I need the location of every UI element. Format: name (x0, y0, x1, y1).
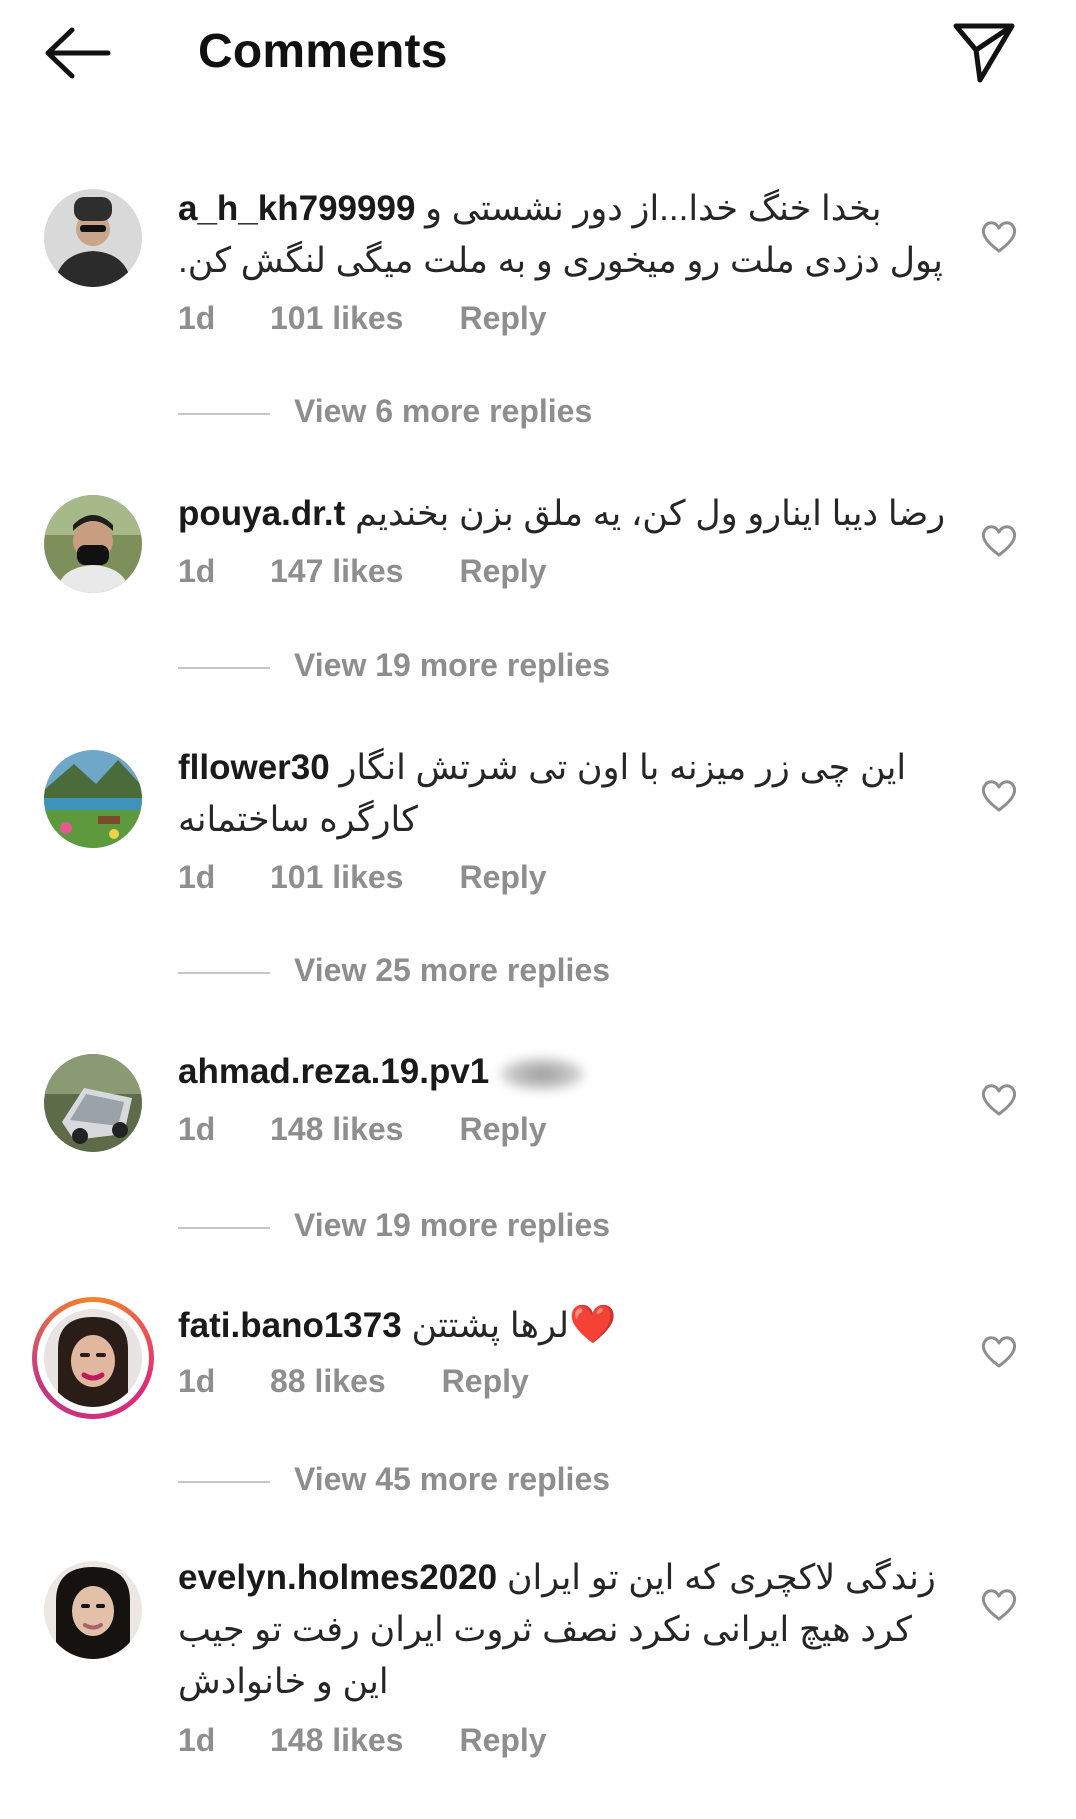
comment-body-line2: کارگره ساختمانه (178, 800, 418, 839)
reply-button[interactable]: Reply (459, 553, 546, 590)
avatar[interactable] (44, 1054, 142, 1152)
view-replies-text[interactable]: View 25 more replies (294, 952, 610, 989)
divider-line (178, 972, 270, 974)
likes-count[interactable]: 147 likes (270, 553, 403, 590)
avatar[interactable] (44, 189, 142, 287)
likes-count[interactable]: 101 likes (270, 859, 403, 896)
comment-body: رضا دیبا اینارو ول کن، یه ملق بزن بخندیم (354, 494, 946, 533)
comment-meta: 1d 147 likes Reply (178, 553, 547, 590)
comment-time: 1d (178, 300, 216, 336)
heart-outline-icon[interactable] (980, 1586, 1018, 1622)
comment-meta: 1d 148 likes Reply (178, 1111, 547, 1148)
comment-body: زندگی لاکچری که این تو ایران (506, 1558, 936, 1597)
view-replies-text[interactable]: View 19 more replies (294, 1207, 610, 1244)
comment-username[interactable]: ahmad.reza.19.pv1 (178, 1052, 489, 1091)
heart-outline-icon[interactable] (980, 522, 1018, 558)
reply-button[interactable]: Reply (459, 1111, 546, 1148)
share-button[interactable] (952, 20, 1018, 86)
likes-count[interactable]: 148 likes (270, 1111, 403, 1148)
back-button[interactable] (42, 22, 114, 84)
heart-outline-icon[interactable] (980, 1333, 1018, 1369)
comment-time: 1d (178, 1363, 216, 1399)
heart-outline-icon[interactable] (980, 218, 1018, 254)
likes-count[interactable]: 88 likes (270, 1363, 386, 1400)
comment-text: a_h_kh799999 بخدا خنگ خدا...از دور نشستی… (178, 183, 968, 287)
arrow-left-icon (45, 27, 111, 79)
page-title: Comments (198, 25, 448, 78)
blurred-text (499, 1056, 586, 1091)
comment-meta: 1d 88 likes Reply (178, 1363, 529, 1400)
avatar-image (44, 1054, 142, 1152)
avatar-image (44, 1561, 142, 1659)
avatar[interactable] (44, 495, 142, 593)
comment-time: 1d (178, 859, 216, 895)
comment-username[interactable]: pouya.dr.t (178, 494, 345, 533)
heart-outline-icon[interactable] (980, 1081, 1018, 1117)
header-bar: Comments (0, 0, 1076, 110)
divider-line (178, 1227, 270, 1229)
comment-text: pouya.dr.t رضا دیبا اینارو ول کن، یه ملق… (178, 488, 968, 540)
comment-text: fati.bano1373 لرها پشتتن❤️ (178, 1299, 968, 1352)
avatar-image (44, 189, 142, 287)
likes-count[interactable]: 101 likes (270, 300, 403, 337)
view-replies-text[interactable]: View 6 more replies (294, 393, 592, 430)
likes-count[interactable]: 148 likes (270, 1722, 403, 1759)
comment-meta: 1d 148 likes Reply (178, 1722, 547, 1759)
divider-line (178, 413, 270, 415)
red-heart-emoji: ❤️ (569, 1304, 617, 1346)
comment-username[interactable]: fllower30 (178, 748, 330, 787)
comment-body-line2: پول دزدی ملت رو میخوری و به ملت میگی لنگ… (178, 241, 943, 280)
reply-button[interactable]: Reply (442, 1363, 529, 1400)
avatar[interactable] (44, 750, 142, 848)
avatar[interactable] (44, 1561, 142, 1659)
reply-button[interactable]: Reply (459, 859, 546, 896)
reply-button[interactable]: Reply (459, 1722, 546, 1759)
comment-body-line2: کرد هیچ ایرانی نکرد نصف ثروت ایران رفت ت… (178, 1610, 912, 1649)
comment-text: fllower30 این چی زر میزنه با اون تی شرتش… (178, 742, 968, 846)
comment-body: بخدا خنگ خدا...از دور نشستی و (425, 189, 882, 228)
comment-username[interactable]: a_h_kh799999 (178, 189, 415, 228)
avatar-image (44, 750, 142, 848)
comment-time: 1d (178, 553, 216, 589)
divider-line (178, 667, 270, 669)
avatar-ring-inner (37, 1302, 149, 1414)
comment-username[interactable]: evelyn.holmes2020 (178, 1558, 497, 1597)
comment-meta: 1d 101 likes Reply (178, 859, 547, 896)
comment-body-line3: این و خانوادش (178, 1662, 389, 1701)
avatar-image (44, 1309, 142, 1407)
heart-outline-icon[interactable] (980, 777, 1018, 813)
paper-plane-icon (953, 23, 1015, 83)
comment-body: این چی زر میزنه با اون تی شرتش انگار (339, 748, 907, 787)
comment-meta: 1d 101 likes Reply (178, 300, 547, 337)
comment-username[interactable]: fati.bano1373 (178, 1306, 402, 1345)
comment-text: ahmad.reza.19.pv1 (178, 1046, 968, 1098)
comment-body: لرها پشتتن (411, 1306, 569, 1345)
reply-button[interactable]: Reply (459, 300, 546, 337)
comment-time: 1d (178, 1111, 216, 1147)
divider-line (178, 1481, 270, 1483)
avatar-story-ring[interactable] (32, 1297, 154, 1419)
comment-text: evelyn.holmes2020 زندگی لاکچری که این تو… (178, 1552, 968, 1708)
view-replies-text[interactable]: View 19 more replies (294, 647, 610, 684)
comment-time: 1d (178, 1722, 216, 1758)
avatar-image (44, 495, 142, 593)
view-replies-text[interactable]: View 45 more replies (294, 1461, 610, 1498)
